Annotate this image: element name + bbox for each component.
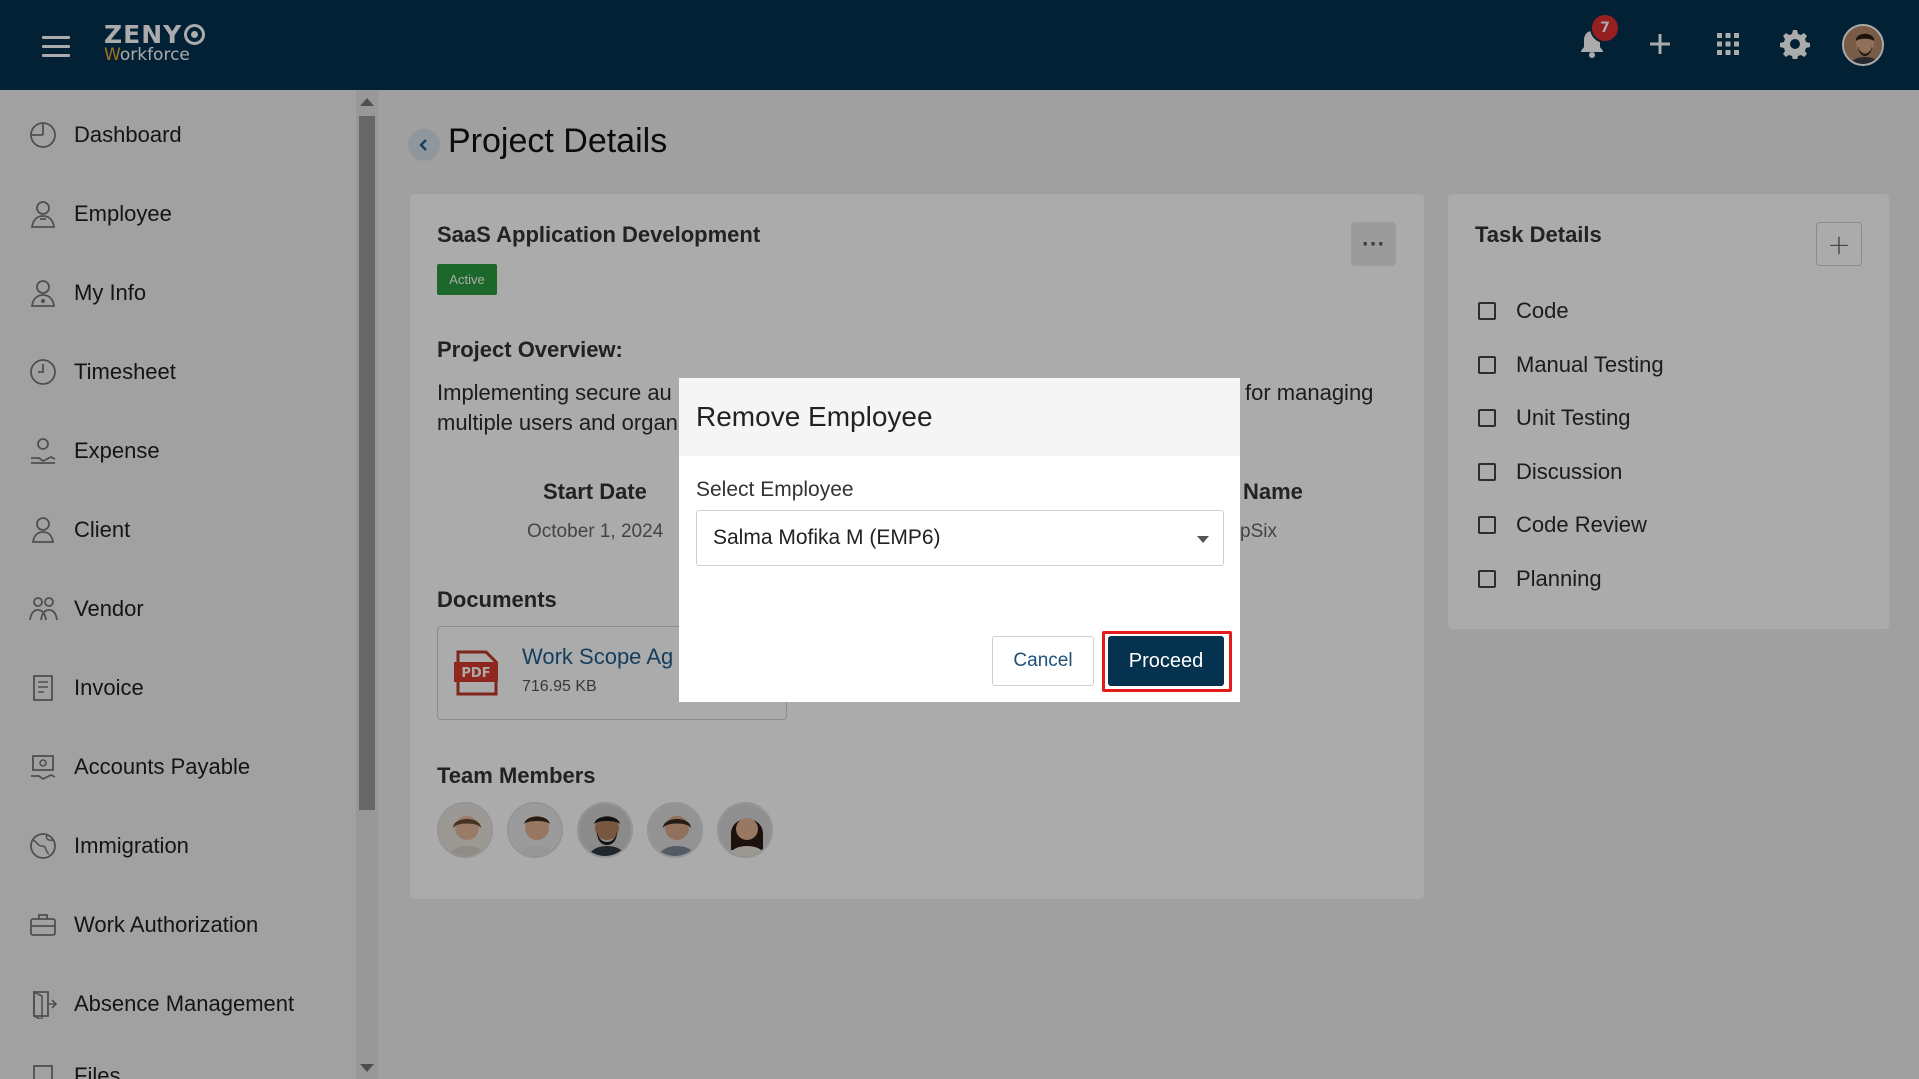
remove-employee-dialog: Remove Employee Select Employee Salma Mo… (679, 378, 1240, 702)
selected-employee-value: Salma Mofika M (EMP6) (713, 526, 941, 549)
cancel-button[interactable]: Cancel (992, 636, 1094, 686)
proceed-button[interactable]: Proceed (1108, 636, 1224, 686)
chevron-down-icon (1197, 536, 1209, 543)
employee-select[interactable]: Salma Mofika M (EMP6) (696, 510, 1224, 566)
select-employee-label: Select Employee (696, 478, 854, 501)
dialog-title: Remove Employee (696, 401, 933, 432)
